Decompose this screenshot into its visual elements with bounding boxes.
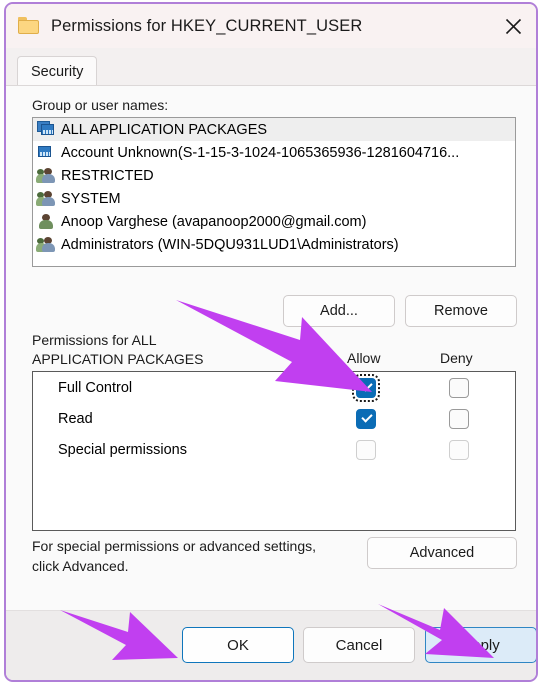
permissions-dialog-window: Permissions for HKEY_CURRENT_USER Securi… xyxy=(4,2,538,682)
apply-button-label: Apply xyxy=(462,636,500,654)
window-title: Permissions for HKEY_CURRENT_USER xyxy=(51,16,363,35)
cancel-button[interactable]: Cancel xyxy=(303,627,415,663)
list-item[interactable]: RESTRICTED xyxy=(33,164,515,187)
list-item[interactable]: Administrators (WIN-5DQU931LUD1\Administ… xyxy=(33,233,515,256)
application-package-icon xyxy=(37,144,55,161)
list-item[interactable]: Anoop Varghese (avapanoop2000@gmail.com) xyxy=(33,210,515,233)
list-item-label: SYSTEM xyxy=(61,190,121,207)
advanced-button-label: Advanced xyxy=(409,545,475,561)
permission-name: Full Control xyxy=(58,379,133,396)
list-item[interactable]: ALL APPLICATION PACKAGES xyxy=(33,118,515,141)
list-item-label: ALL APPLICATION PACKAGES xyxy=(61,121,268,138)
allow-checkbox-special-permissions[interactable] xyxy=(356,439,376,460)
tab-strip: Security xyxy=(6,48,536,86)
group-icon xyxy=(36,236,55,253)
ok-button[interactable]: OK xyxy=(182,627,294,663)
group-icon xyxy=(36,167,55,184)
cancel-button-label: Cancel xyxy=(335,636,383,654)
application-package-icon xyxy=(37,121,55,138)
allow-column-header: Allow xyxy=(347,350,381,366)
remove-button-label: Remove xyxy=(434,303,488,319)
dialog-button-bar: OK Cancel Apply xyxy=(6,610,536,680)
deny-checkbox-special-permissions[interactable] xyxy=(449,439,469,460)
permission-name: Read xyxy=(58,410,93,427)
apply-button[interactable]: Apply xyxy=(425,627,536,663)
folder-icon xyxy=(18,17,40,35)
permissions-list: Full Control Read Special permissions xyxy=(32,371,516,531)
add-button[interactable]: Add... xyxy=(283,295,395,327)
group-icon xyxy=(36,190,55,207)
advanced-settings-hint: For special permissions or advanced sett… xyxy=(32,538,317,574)
table-row: Full Control xyxy=(33,372,515,403)
group-or-user-names-list[interactable]: ALL APPLICATION PACKAGES Account Unknown… xyxy=(32,117,516,267)
list-item-label: Administrators (WIN-5DQU931LUD1\Administ… xyxy=(61,236,399,253)
remove-button[interactable]: Remove xyxy=(405,295,517,327)
deny-checkbox-full-control[interactable] xyxy=(449,377,469,398)
allow-checkbox-read[interactable] xyxy=(356,408,376,429)
deny-column-header: Deny xyxy=(440,350,473,366)
security-tab-panel: Group or user names: ALL APPLICATION PAC… xyxy=(6,86,536,610)
tab-security[interactable]: Security xyxy=(17,56,98,86)
add-button-label: Add... xyxy=(320,303,358,319)
list-item-label: RESTRICTED xyxy=(61,167,154,184)
group-or-user-names-label: Group or user names: xyxy=(32,97,169,113)
table-row: Special permissions xyxy=(33,434,515,465)
title-bar: Permissions for HKEY_CURRENT_USER xyxy=(6,4,536,48)
ok-button-label: OK xyxy=(227,636,249,654)
list-item-label: Anoop Varghese (avapanoop2000@gmail.com) xyxy=(61,213,367,230)
tab-security-label: Security xyxy=(31,63,84,80)
table-row: Read xyxy=(33,403,515,434)
allow-checkbox-full-control[interactable] xyxy=(352,373,380,402)
list-item[interactable]: Account Unknown(S-1-15-3-1024-1065365936… xyxy=(33,141,515,164)
close-icon[interactable] xyxy=(490,4,536,48)
list-item-label: Account Unknown(S-1-15-3-1024-1065365936… xyxy=(61,144,460,161)
deny-checkbox-read[interactable] xyxy=(449,408,469,429)
permissions-for-label: Permissions for ALL APPLICATION PACKAGES xyxy=(32,332,204,367)
user-icon xyxy=(37,213,55,230)
advanced-button[interactable]: Advanced xyxy=(367,537,517,569)
list-item[interactable]: SYSTEM xyxy=(33,187,515,210)
permission-name: Special permissions xyxy=(58,441,187,458)
